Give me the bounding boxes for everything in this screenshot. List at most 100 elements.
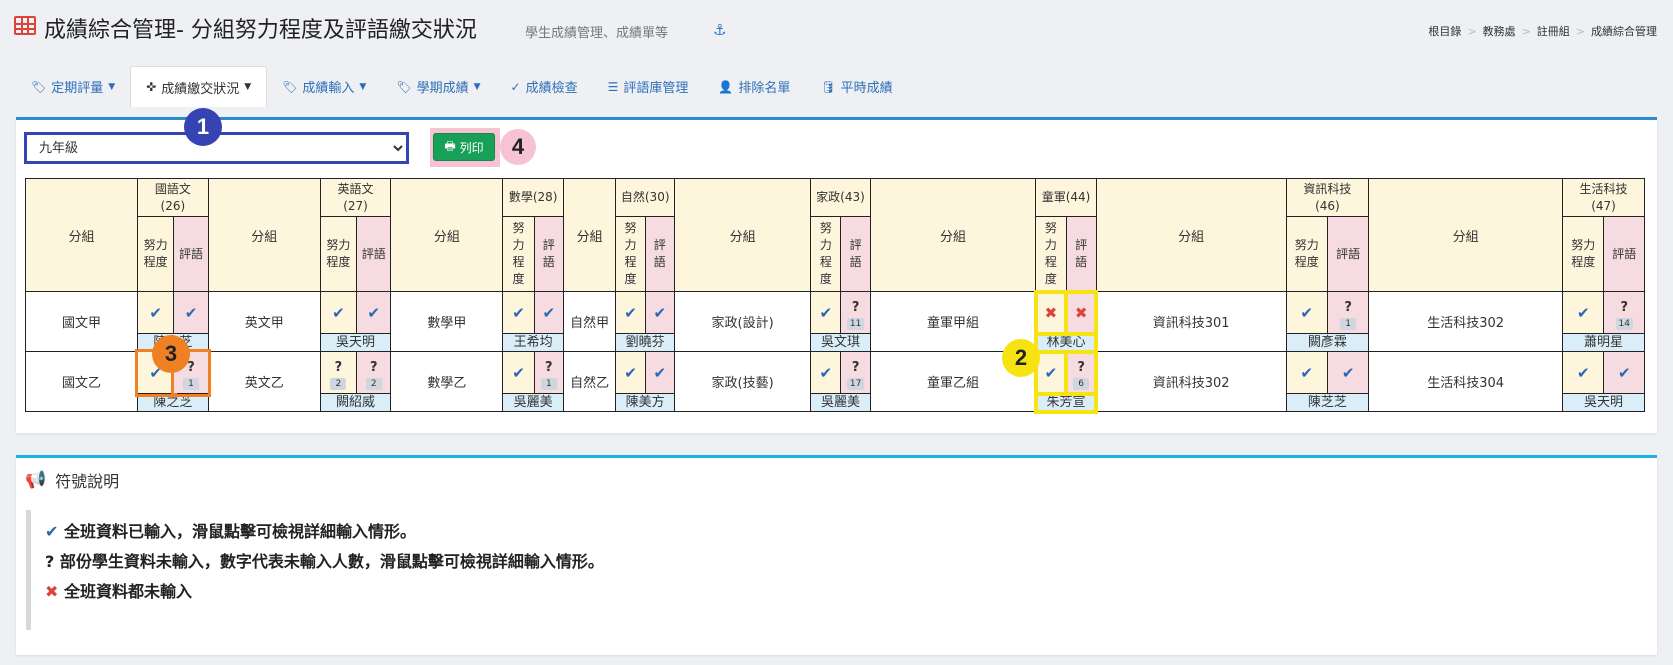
tab-exclusion-list[interactable]: 👤 排除名單 xyxy=(703,66,805,107)
check-icon: ✔ xyxy=(819,303,833,322)
subject-header: 家政(43) xyxy=(810,178,871,217)
legend-text: 全班資料已輸入，滑鼠點擊可檢視詳細輸入情形。 xyxy=(63,522,416,541)
comment-status-cell[interactable]: ? 11 xyxy=(840,291,871,334)
tab-score-check[interactable]: ✓ 成績檢查 xyxy=(496,66,593,107)
legend-item-partial: ? 部份學生資料未輸入，數字代表未輸入人數，滑鼠點擊可檢視詳細輸入情形。 xyxy=(45,547,1626,577)
teacher-cell: 吳天明 xyxy=(1562,393,1645,412)
comment-status-cell[interactable]: ? 1 xyxy=(1326,291,1370,334)
teacher-cell: 劉曉芬 xyxy=(615,333,675,352)
subject-code: (27) xyxy=(343,198,368,213)
effort-status-cell[interactable]: ✔ xyxy=(1033,349,1069,396)
subject-code: (44) xyxy=(1065,190,1091,204)
comment-status-cell[interactable]: ✔ xyxy=(533,291,564,334)
effort-status-cell[interactable]: ✔ xyxy=(319,291,358,334)
comment-label: 評語 xyxy=(542,238,555,269)
effort-status-cell[interactable]: ✔ xyxy=(810,351,842,394)
teacher-cell: 吳麗美 xyxy=(502,393,564,412)
list-icon: ☰ xyxy=(607,79,619,94)
comment-status-cell[interactable]: ? 14 xyxy=(1603,291,1645,334)
effort-status-cell[interactable]: ✔ xyxy=(1285,351,1328,394)
effort-status-cell[interactable]: ✔ xyxy=(137,291,175,334)
breadcrumb: 根目錄 > 教務處 > 註冊組 > 成績綜合管理 xyxy=(1428,23,1657,39)
subject-name: 資訊科技 xyxy=(1303,181,1352,196)
comment-status-cell[interactable]: ✔ xyxy=(1603,351,1645,394)
subject-code: (26) xyxy=(160,198,186,213)
comment-status-cell[interactable]: ✔ xyxy=(1326,351,1370,394)
question-icon: ? xyxy=(1620,299,1628,315)
comment-status-cell[interactable]: ✔ xyxy=(644,351,675,394)
subject-header: 資訊科技 (46) xyxy=(1285,178,1370,217)
breadcrumb-item[interactable]: 根目錄 xyxy=(1428,25,1461,38)
group-name-cell: 自然甲 xyxy=(562,291,617,352)
question-icon: ? xyxy=(851,359,860,375)
effort-column-header: 努力程度 xyxy=(1285,216,1328,292)
subject-name: 國語文 xyxy=(154,181,191,196)
breadcrumb-item[interactable]: 註冊組 xyxy=(1537,25,1570,38)
check-icon: ✔ xyxy=(624,303,637,322)
tab-exam[interactable]: 🏷 定期評量 ▼ xyxy=(16,66,130,107)
effort-label: 努力程度 xyxy=(1044,221,1057,286)
print-button-label: 列印 xyxy=(459,140,484,155)
comment-status-cell[interactable]: ? 2 xyxy=(356,351,392,394)
group-column-header: 分組 xyxy=(1095,178,1287,292)
legend-list: ✔ 全班資料已輸入，滑鼠點擊可檢視詳細輸入情形。 ? 部份學生資料未輸入，數字代… xyxy=(26,510,1626,630)
comment-status-cell[interactable]: ? 17 xyxy=(840,351,871,394)
teacher-cell: 陳芝芝 xyxy=(1285,393,1370,412)
question-icon: ? xyxy=(545,359,553,375)
effort-status-cell[interactable]: ✔ xyxy=(615,291,646,334)
cross-icon: ✖ xyxy=(1074,303,1088,322)
comment-status-cell[interactable]: ✔ xyxy=(356,291,392,334)
question-icon: ? xyxy=(1077,359,1085,375)
subject-header: 國語文 (26) xyxy=(137,178,209,217)
tab-regular-score[interactable]: 🛢 平時成績 xyxy=(805,66,907,107)
effort-status-cell[interactable]: ✔ xyxy=(502,351,535,394)
tab-semester-score[interactable]: 🏷 學期成績 ▼ xyxy=(381,66,495,107)
comment-status-cell[interactable]: ✔ xyxy=(173,291,209,334)
tab-score-input[interactable]: 🏷 成績輸入 ▼ xyxy=(267,66,381,107)
teacher-cell: 陳美方 xyxy=(615,393,675,412)
effort-status-cell[interactable]: ✖ xyxy=(1033,289,1069,336)
effort-label: 努力程度 xyxy=(512,221,525,286)
group-name-cell: 英文甲 xyxy=(207,291,321,352)
group-name-cell: 家政(設計) xyxy=(673,291,812,352)
effort-status-cell[interactable]: ✔ xyxy=(502,291,535,334)
anchor-icon[interactable]: ⚓ xyxy=(713,21,726,39)
teacher-cell: 闕紹威 xyxy=(319,393,392,412)
caret-down-icon: ▼ xyxy=(473,81,481,92)
group-column-header: 分組 xyxy=(207,178,321,292)
effort-status-cell[interactable]: ✔ xyxy=(1562,291,1605,334)
effort-status-cell[interactable]: ? 2 xyxy=(319,351,358,394)
legend-text: 部份學生資料未輸入，數字代表未輸入人數，滑鼠點擊可檢視詳細輸入情形。 xyxy=(59,552,604,571)
group-name-cell: 國文乙 xyxy=(24,351,139,412)
group-column-header: 分組 xyxy=(24,178,139,292)
tab-label: 成績輸入 xyxy=(302,81,355,96)
effort-status-cell[interactable]: ✔ xyxy=(810,291,842,334)
breadcrumb-item[interactable]: 教務處 xyxy=(1483,25,1516,38)
user-times-icon: 👤 xyxy=(718,79,734,94)
effort-status-cell[interactable]: ✔ xyxy=(1562,351,1605,394)
group-name-cell: 資訊科技301 xyxy=(1095,291,1287,352)
effort-status-cell[interactable]: ✔ xyxy=(1285,291,1328,334)
comment-status-cell[interactable]: ? 1 xyxy=(533,351,564,394)
missing-count-badge: 14 xyxy=(1615,317,1633,330)
effort-column-header: 努力程度 xyxy=(1035,216,1067,292)
subject-name: 英語文 xyxy=(337,181,374,196)
comment-column-header: 評語 xyxy=(1326,216,1370,292)
check-icon: ✔ xyxy=(1300,363,1313,382)
comment-status-cell[interactable]: ✔ xyxy=(644,291,675,334)
check-icon: ✔ xyxy=(149,303,162,322)
check-icon: ✔ xyxy=(1576,303,1590,322)
comment-label: 評語 xyxy=(849,238,862,269)
subject-code: (30) xyxy=(644,190,670,204)
subject-header: 英語文 (27) xyxy=(319,178,392,217)
question-icon: ? xyxy=(1344,299,1352,315)
effort-status-cell[interactable]: ✔ xyxy=(615,351,646,394)
comment-status-cell[interactable]: ? 6 xyxy=(1063,349,1099,396)
comment-status-cell[interactable]: ✖ xyxy=(1063,289,1099,336)
tab-submission-status[interactable]: ✜ 成績繳交狀況 ▼ xyxy=(130,66,268,107)
group-column-header: 分組 xyxy=(390,178,504,292)
print-button[interactable]: 🖶 列印 xyxy=(433,133,495,161)
table-icon xyxy=(14,16,36,35)
tab-comment-library[interactable]: ☰ 評語庫管理 xyxy=(593,66,704,107)
breadcrumb-separator: > xyxy=(1521,25,1531,38)
